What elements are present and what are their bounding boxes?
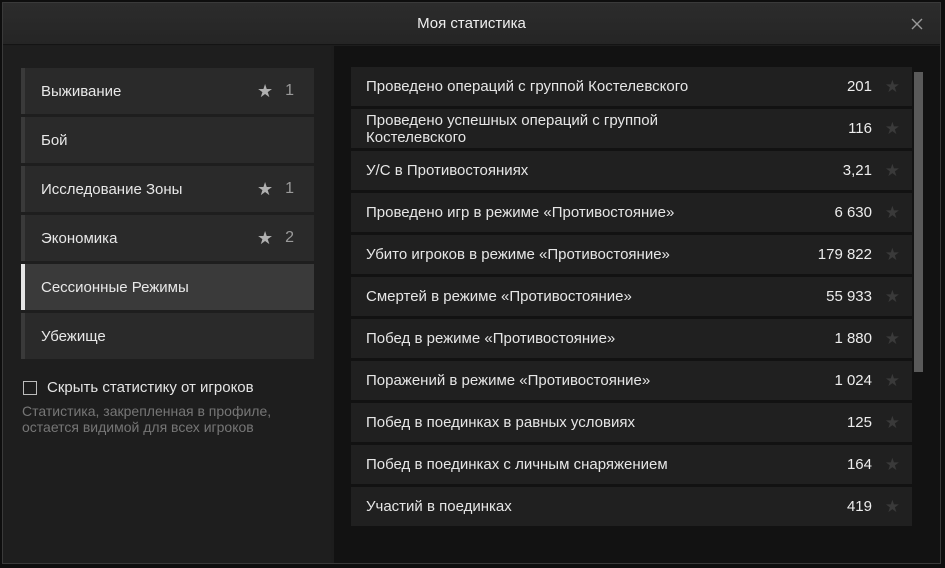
star-icon: ★ <box>256 178 274 199</box>
hide-stats-checkbox[interactable] <box>23 380 37 395</box>
stat-label: Убито игроков в режиме «Противостояние» <box>366 246 670 263</box>
category-label: Сессионные Режимы <box>41 278 189 296</box>
star-count: 1 <box>285 180 294 197</box>
star-icon: ★ <box>256 227 274 248</box>
stat-row: Проведено операций с группой Костелевско… <box>351 67 912 106</box>
statistics-window: Моя статистика Выживание ★ 1 Бой Исследовани… <box>2 2 941 564</box>
stat-label: Побед в режиме «Противостояние» <box>366 330 616 347</box>
stat-label: У/С в Противостояниях <box>366 162 529 179</box>
stat-row: Проведено успешных операций с группой Ко… <box>351 109 912 148</box>
stat-label: Смертей в режиме «Противостояние» <box>366 288 632 305</box>
scroll-thumb[interactable] <box>914 72 923 372</box>
stat-label: Участий в поединках <box>366 498 512 515</box>
pin-star-icon[interactable]: ★ <box>872 371 900 391</box>
title-bar: Моя статистика <box>3 3 940 45</box>
stat-label: Побед в поединках в равных условиях <box>366 414 635 431</box>
stat-label: Проведено операций с группой Костелевско… <box>366 78 689 95</box>
stat-value: 116 <box>848 120 872 137</box>
pin-star-icon[interactable]: ★ <box>872 119 900 139</box>
category-item[interactable]: Бой <box>21 117 314 163</box>
stat-value: 419 <box>846 498 872 515</box>
star-count: 2 <box>285 229 294 246</box>
close-button[interactable] <box>908 15 926 33</box>
pin-star-icon[interactable]: ★ <box>872 161 900 181</box>
stat-row: Побед в режиме «Противостояние» 1 880 ★ <box>351 319 912 358</box>
stat-row: Убито игроков в режиме «Противостояние» 1… <box>351 235 912 274</box>
category-label: Убежище <box>41 327 106 345</box>
pin-star-icon[interactable]: ★ <box>872 497 900 517</box>
stat-value: 1 880 <box>834 330 872 347</box>
category-item[interactable]: Экономика ★ 2 <box>21 215 314 261</box>
category-item[interactable]: Сессионные Режимы <box>21 264 314 310</box>
category-label: Выживание <box>41 82 122 100</box>
star-count: 1 <box>285 82 294 99</box>
category-panel: Выживание ★ 1 Бой Исследование Зоны ★ 1 Экономи… <box>3 46 331 563</box>
close-icon <box>911 18 923 30</box>
category-label: Исследование Зоны <box>41 180 183 198</box>
category-star-count: ★ 1 <box>257 81 294 102</box>
stat-value: 164 <box>846 456 872 473</box>
stat-row: Поражений в режиме «Противостояние» 1 024… <box>351 361 912 400</box>
hide-stats-row[interactable]: Скрыть статистику от игроков <box>23 379 254 396</box>
stat-label: Поражений в режиме «Противостояние» <box>366 372 651 389</box>
category-star-count: ★ 2 <box>257 228 294 249</box>
pin-star-icon[interactable]: ★ <box>872 287 900 307</box>
category-list: Выживание ★ 1 Бой Исследование Зоны ★ 1 Экономи… <box>21 68 314 362</box>
stat-label: Побед в поединках с личным снаряжением <box>366 456 668 473</box>
stat-value: 55 933 <box>826 288 872 305</box>
category-star-count: ★ 1 <box>257 179 294 200</box>
stats-panel: Проведено операций с группой Костелевско… <box>334 46 940 563</box>
pin-star-icon[interactable]: ★ <box>872 329 900 349</box>
category-label: Бой <box>41 131 68 149</box>
category-item[interactable]: Убежище <box>21 313 314 359</box>
stat-row: У/С в Противостояниях 3,21 ★ <box>351 151 912 190</box>
stat-label: Проведено игр в режиме «Противостояние» <box>366 204 675 221</box>
hide-stats-label: Скрыть статистику от игроков <box>47 379 254 396</box>
stat-value: 6 630 <box>834 204 872 221</box>
stats-list: Проведено операций с группой Костелевско… <box>351 67 912 547</box>
pin-star-icon[interactable]: ★ <box>872 203 900 223</box>
window-title: Моя статистика <box>417 15 526 32</box>
stat-row: Побед в поединках с личным снаряжением 16… <box>351 445 912 484</box>
pin-star-icon[interactable]: ★ <box>872 77 900 97</box>
stat-value: 3,21 <box>842 162 872 179</box>
hide-stats-hint: Статистика, закрепленная в профиле, оста… <box>22 403 272 435</box>
stat-row: Смертей в режиме «Противостояние» 55 933 ★ <box>351 277 912 316</box>
category-label: Экономика <box>41 229 118 247</box>
stat-row: Побед в поединках в равных условиях 125 ★ <box>351 403 912 442</box>
stat-value: 125 <box>846 414 872 431</box>
stat-value: 1 024 <box>834 372 872 389</box>
category-item[interactable]: Выживание ★ 1 <box>21 68 314 114</box>
pin-star-icon[interactable]: ★ <box>872 455 900 475</box>
star-icon: ★ <box>256 80 274 101</box>
stat-value: 201 <box>846 78 872 95</box>
stat-row: Проведено игр в режиме «Противостояние» 6… <box>351 193 912 232</box>
stats-scrollbar[interactable] <box>914 67 923 547</box>
pin-star-icon[interactable]: ★ <box>872 245 900 265</box>
stat-value: 179 822 <box>817 246 872 263</box>
stat-label: Проведено успешных операций с группой Ко… <box>366 111 659 146</box>
pin-star-icon[interactable]: ★ <box>872 413 900 433</box>
category-item[interactable]: Исследование Зоны ★ 1 <box>21 166 314 212</box>
stat-row: Участий в поединках 419 ★ <box>351 487 912 526</box>
